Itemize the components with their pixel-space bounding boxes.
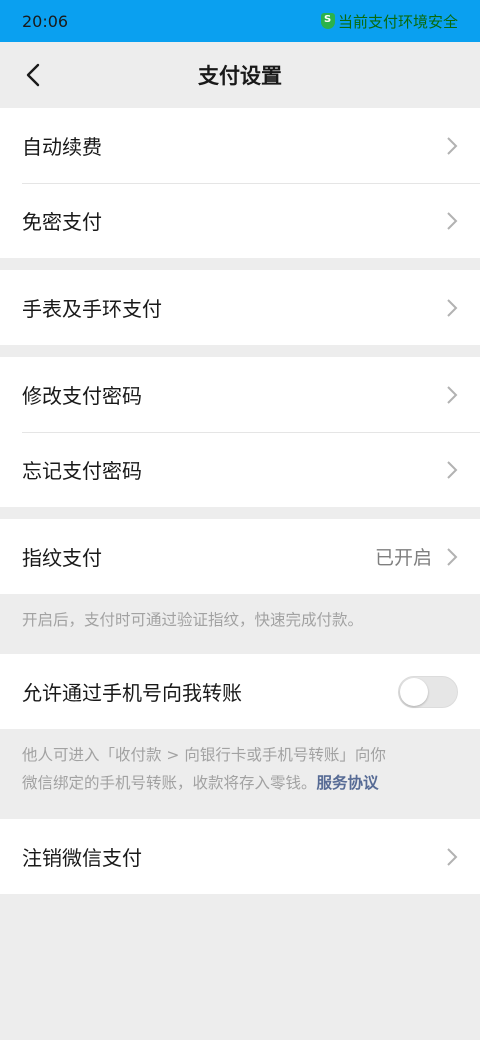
chevron-right-icon xyxy=(447,298,458,317)
row-label: 指纹支付 xyxy=(22,546,102,570)
back-button[interactable] xyxy=(18,60,48,90)
row-label: 免密支付 xyxy=(22,210,102,234)
security-indicator: 当前支付环境安全 xyxy=(320,11,458,32)
row-label: 自动续费 xyxy=(22,135,102,159)
service-agreement-link[interactable]: 服务协议 xyxy=(317,774,379,792)
row-fingerprint-pay[interactable]: 指纹支付 已开启 xyxy=(0,519,480,594)
phone-transfer-toggle[interactable] xyxy=(398,675,458,708)
chevron-right-icon xyxy=(447,211,458,230)
row-change-password[interactable]: 修改支付密码 xyxy=(0,357,480,432)
chevron-right-icon xyxy=(447,547,458,566)
chevron-right-icon xyxy=(447,847,458,866)
security-text: 当前支付环境安全 xyxy=(337,12,458,31)
row-label: 修改支付密码 xyxy=(22,384,142,408)
nav-bar: 支付设置 xyxy=(0,42,480,108)
settings-group-wearables: 手表及手环支付 xyxy=(0,270,480,345)
shield-icon xyxy=(320,13,335,29)
settings-group-transfer: 允许通过手机号向我转账 xyxy=(0,654,480,729)
toggle-knob xyxy=(400,677,428,706)
row-label: 允许通过手机号向我转账 xyxy=(22,681,242,705)
divider xyxy=(0,507,480,519)
row-auto-renew[interactable]: 自动续费 xyxy=(0,108,480,183)
divider xyxy=(0,345,480,357)
settings-group-password: 修改支付密码 忘记支付密码 xyxy=(0,357,480,507)
row-label: 忘记支付密码 xyxy=(22,459,142,483)
status-time: 20:06 xyxy=(22,11,69,31)
row-phone-transfer: 允许通过手机号向我转账 xyxy=(0,654,480,729)
transfer-note: 他人可进入「收付款 > 向银行卡或手机号转账」向你 微信绑定的手机号转账，收款将… xyxy=(22,746,386,792)
row-watch-pay[interactable]: 手表及手环支付 xyxy=(0,270,480,345)
page-title: 支付设置 xyxy=(198,64,282,88)
row-password-free[interactable]: 免密支付 xyxy=(0,183,480,258)
row-close-wechat-pay[interactable]: 注销微信支付 xyxy=(0,819,480,894)
status-bar: 20:06 当前支付环境安全 xyxy=(0,0,480,42)
chevron-right-icon xyxy=(447,385,458,404)
row-forgot-password[interactable]: 忘记支付密码 xyxy=(0,432,480,507)
row-label: 注销微信支付 xyxy=(22,846,142,870)
row-label: 手表及手环支付 xyxy=(22,297,162,321)
status-value: 已开启 xyxy=(374,547,432,569)
chevron-right-icon xyxy=(447,136,458,155)
settings-group-fingerprint: 指纹支付 已开启 xyxy=(0,519,480,594)
settings-group-renewal: 自动续费 免密支付 xyxy=(0,108,480,258)
fingerprint-note: 开启后，支付时可通过验证指纹，快速完成付款。 xyxy=(22,611,364,629)
divider xyxy=(0,258,480,270)
chevron-left-icon xyxy=(26,63,40,87)
settings-group-close: 注销微信支付 xyxy=(0,819,480,894)
chevron-right-icon xyxy=(447,460,458,479)
